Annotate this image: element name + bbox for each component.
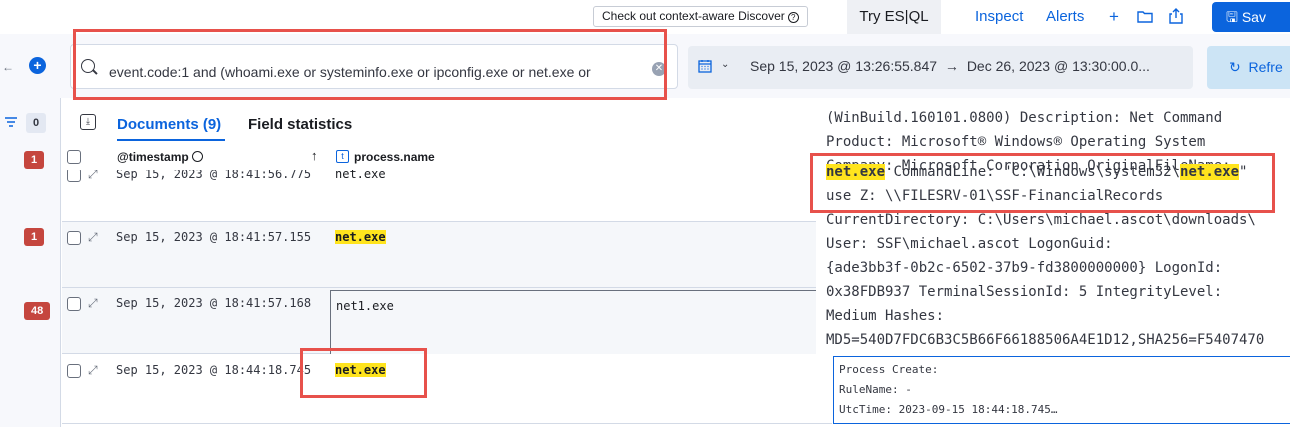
select-all-checkbox[interactable]	[67, 150, 81, 164]
cell-expansion-popover: (WinBuild.160101.0800) Description: Net …	[816, 108, 1290, 355]
row-timestamp: Sep 15, 2023 @ 18:44:18.745	[116, 363, 312, 377]
process-name-column-header[interactable]: process.name	[354, 150, 435, 164]
try-esql-button[interactable]: Try ES|QL	[847, 0, 941, 34]
selected-cell[interactable]: net1.exe	[330, 290, 830, 356]
tab-documents[interactable]: Documents (9)	[117, 116, 221, 133]
popover-line: CurrentDirectory: C:\Users\michael.ascot…	[826, 212, 1256, 228]
calendar-icon	[698, 59, 712, 76]
date-end: Dec 26, 2023 @ 13:30:00.0...	[966, 58, 1150, 74]
left-gutter	[0, 98, 61, 427]
popover-line: (WinBuild.160101.0800) Description: Net …	[826, 110, 1223, 126]
selected-count-badge: 0	[26, 113, 46, 133]
count-badge: 48	[24, 302, 51, 320]
active-tab-underline	[117, 139, 225, 141]
date-picker[interactable]: ⌄ Sep 15, 2023 @ 13:26:55.847 → Dec 26, …	[688, 46, 1193, 89]
clock-icon	[191, 151, 203, 162]
refresh-label: Refre	[1248, 59, 1283, 75]
refresh-icon: ↻	[1229, 59, 1241, 75]
help-icon: ?	[787, 12, 799, 23]
string-field-type-icon: t	[336, 150, 349, 163]
popover-line: Medium Hashes:	[826, 308, 945, 324]
date-start: Sep 15, 2023 @ 13:26:55.847	[750, 58, 938, 74]
tab-field-statistics[interactable]: Field statistics	[248, 116, 352, 133]
open-folder-icon[interactable]	[1135, 0, 1155, 34]
message-cell[interactable]: Process Create: RuleName: - UtcTime: 202…	[833, 356, 1290, 424]
save-icon: 🖫	[1226, 9, 1238, 25]
date-range-text[interactable]: Sep 15, 2023 @ 13:26:55.847 → Dec 26, 20…	[750, 58, 1150, 74]
date-arrow-icon: →	[944, 58, 959, 74]
message-line: Process Create:	[839, 363, 939, 376]
popover-line: User: SSF\michael.ascot LogonGuid:	[826, 236, 1113, 252]
inspect-link[interactable]: Inspect	[975, 0, 1023, 34]
context-aware-discover-label: Check out context-aware Discover	[602, 9, 785, 23]
sort-ascending-icon[interactable]: ↑	[311, 148, 318, 163]
count-badge: 1	[24, 151, 45, 169]
timestamp-header-label: @timestamp	[117, 150, 189, 164]
row-checkbox[interactable]	[67, 297, 81, 311]
expand-icon[interactable]: ⤢	[88, 230, 98, 245]
annotation-box-commandline	[810, 153, 1275, 213]
add-filter-button[interactable]: +	[29, 57, 46, 74]
row-process-name: net1.exe	[336, 299, 394, 313]
row-timestamp: Sep 15, 2023 @ 18:41:57.155	[116, 230, 312, 244]
expand-icon[interactable]: ⤢	[88, 363, 98, 378]
context-aware-discover-button[interactable]: Check out context-aware Discover?	[593, 6, 808, 27]
share-icon[interactable]	[1166, 0, 1186, 34]
annotation-box-query	[73, 29, 667, 100]
collapse-arrow-icon[interactable]: ←	[2, 60, 14, 74]
timestamp-column-header[interactable]: @timestamp	[117, 150, 203, 164]
popover-line: Product: Microsoft® Windows® Operating S…	[826, 134, 1206, 150]
chevron-down-icon[interactable]: ⌄	[721, 59, 729, 70]
filter-icon[interactable]	[5, 116, 17, 130]
document-view-icon[interactable]: ⤓	[80, 114, 96, 130]
annotation-box-row	[300, 348, 427, 398]
row-checkbox[interactable]	[67, 231, 81, 245]
expand-icon[interactable]: ⤢	[88, 296, 98, 311]
save-button[interactable]: 🖫 Sav	[1212, 2, 1290, 32]
alerts-link[interactable]: Alerts	[1046, 0, 1084, 34]
popover-line: MD5=540D7FDC6B3C5B66F66188506A4E1D12,SHA…	[826, 332, 1265, 348]
row-checkbox[interactable]	[67, 364, 81, 378]
save-label: Sav	[1241, 9, 1266, 25]
table-row[interactable]: ⤢ Sep 15, 2023 @ 18:44:18.745 net.exe	[62, 354, 832, 424]
count-badge: 1	[24, 228, 45, 246]
row-timestamp: Sep 15, 2023 @ 18:41:57.168	[116, 296, 312, 310]
refresh-button[interactable]: ↻ Refre	[1207, 46, 1290, 89]
message-line: RuleName: -	[839, 383, 912, 396]
table-row[interactable]: ⤢ Sep 15, 2023 @ 18:41:57.155 net.exe	[62, 222, 832, 288]
message-line: UtcTime: 2023-09-15 18:44:18.745…	[839, 403, 1058, 416]
plus-icon[interactable]: +	[1104, 0, 1124, 34]
row-process-name: net.exe	[335, 230, 386, 244]
popover-line: 0x38FDB937 TerminalSessionId: 5 Integrit…	[826, 284, 1223, 300]
row-checkbox[interactable]	[67, 168, 81, 182]
popover-line: {ade3bb3f-0b2c-6502-37b9-fd3800000000} L…	[826, 260, 1223, 276]
search-highlight: net.exe	[335, 230, 386, 244]
